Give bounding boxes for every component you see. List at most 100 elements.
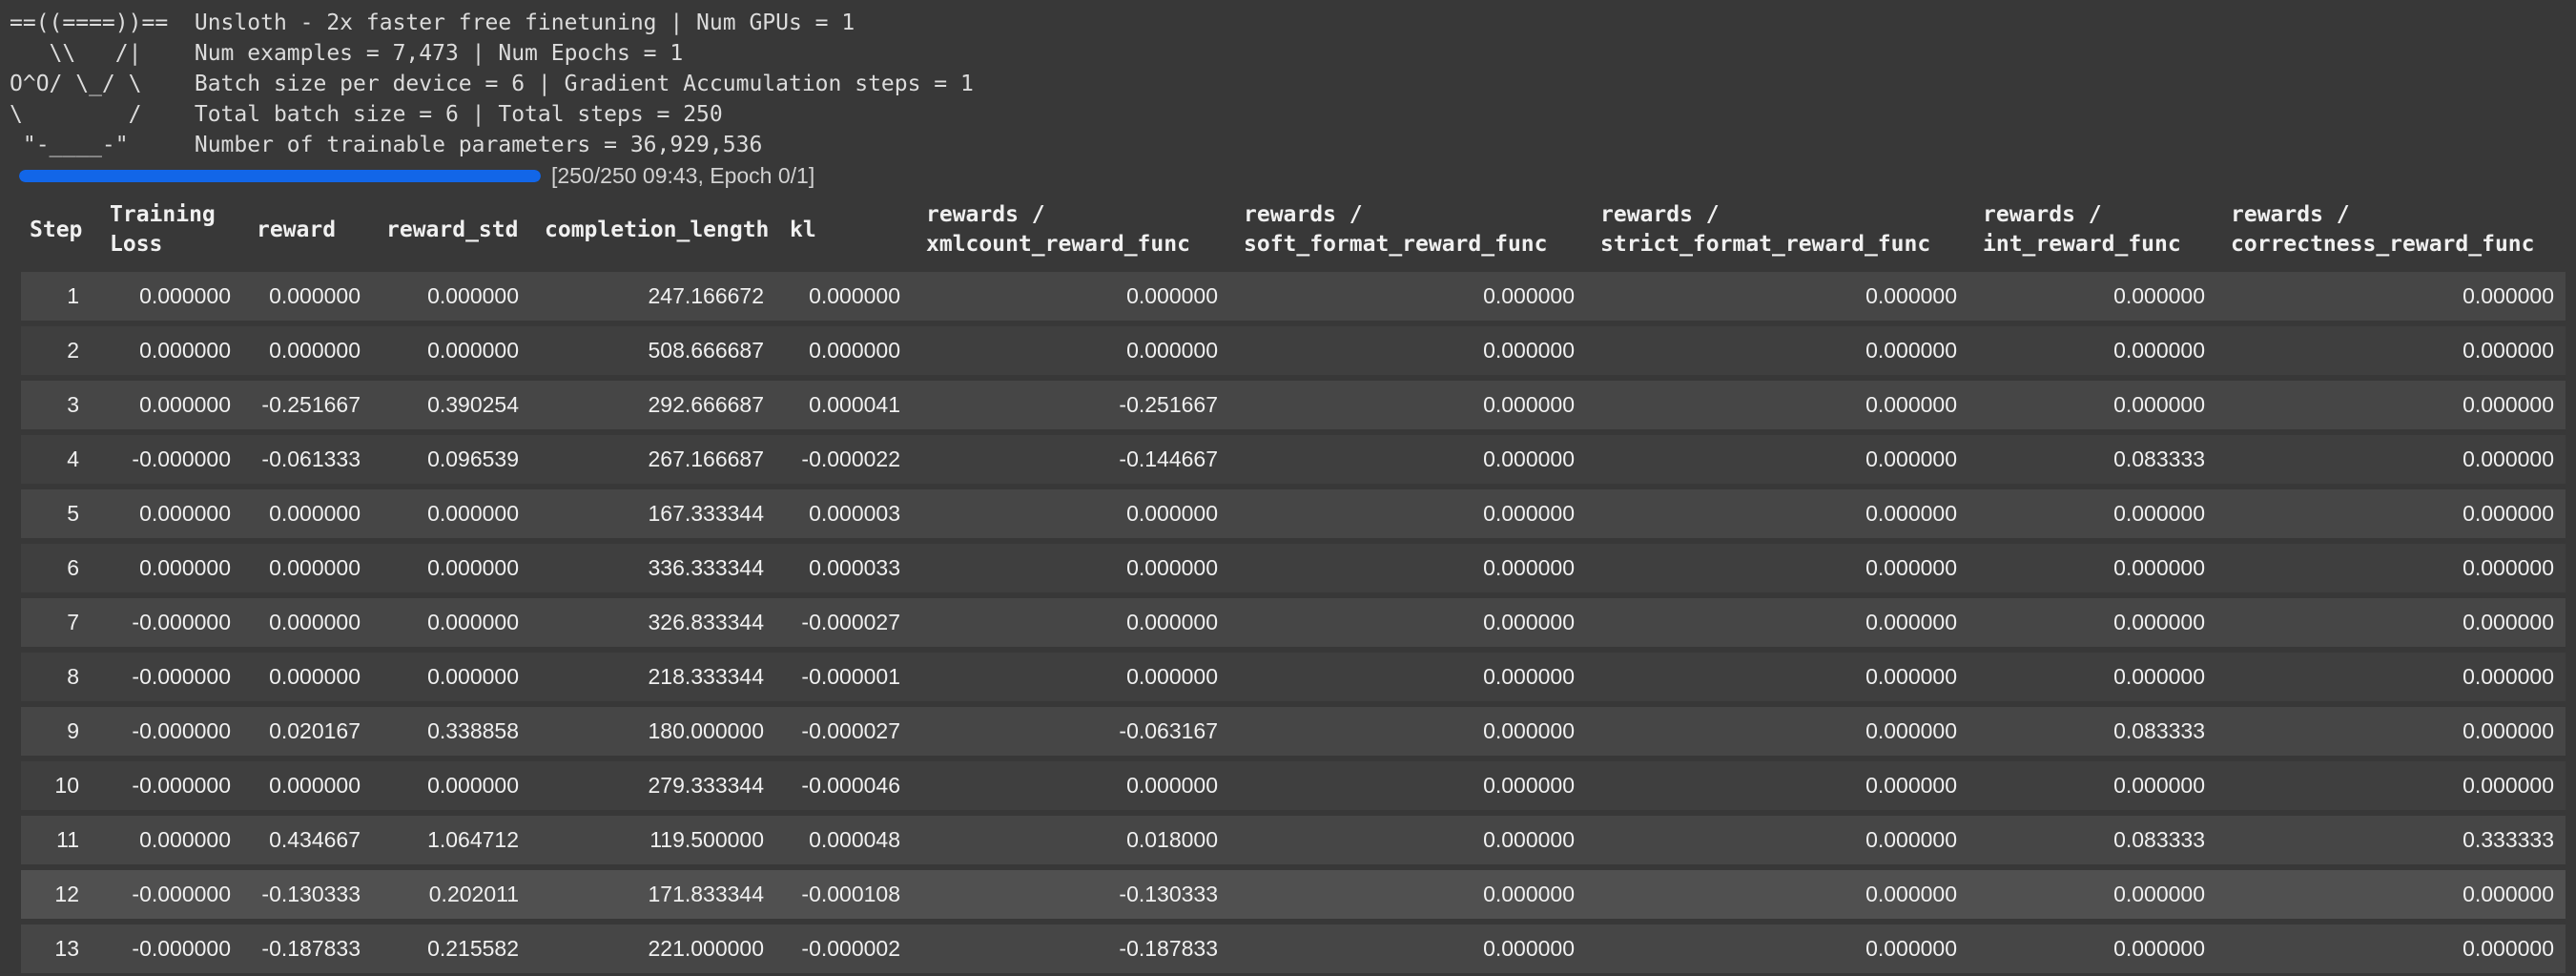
cell-rewards_correctness_reward_func: 0.000000: [2216, 707, 2566, 756]
cell-rewards_correctness_reward_func: 0.000000: [2216, 381, 2566, 429]
cell-kl: 0.000041: [775, 381, 912, 429]
progress-status-label: [250/250 09:43, Epoch 0/1]: [551, 162, 815, 188]
cell-training_loss: -0.000000: [95, 598, 242, 647]
cell-rewards_strict_format_reward_func: 0.000000: [1586, 489, 1968, 538]
cell-reward: 0.000000: [242, 761, 372, 810]
cell-step: 7: [21, 598, 95, 647]
column-header-training-loss: Training Loss: [110, 202, 216, 257]
cell-rewards_int_reward_func: 0.000000: [1968, 653, 2216, 701]
cell-rewards_strict_format_reward_func: 0.000000: [1586, 761, 1968, 810]
cell-rewards_int_reward_func: 0.083333: [1968, 707, 2216, 756]
column-header-completion-length: completion_length: [545, 217, 770, 242]
cell-step: 3: [21, 381, 95, 429]
cell-training_loss: -0.000000: [95, 761, 242, 810]
cell-reward: 0.000000: [242, 272, 372, 321]
cell-rewards_xmlcount_reward_func: 0.000000: [912, 326, 1229, 375]
cell-rewards_strict_format_reward_func: 0.000000: [1586, 870, 1968, 919]
cell-rewards_correctness_reward_func: 0.000000: [2216, 272, 2566, 321]
cell-rewards_correctness_reward_func: 0.000000: [2216, 761, 2566, 810]
cell-reward: 0.000000: [242, 598, 372, 647]
cell-rewards_xmlcount_reward_func: 0.000000: [912, 272, 1229, 321]
cell-completion_length: 221.000000: [530, 924, 775, 973]
cell-rewards_xmlcount_reward_func: 0.000000: [912, 653, 1229, 701]
cell-training_loss: -0.000000: [95, 924, 242, 973]
cell-kl: 0.000000: [775, 326, 912, 375]
cell-completion_length: 279.333344: [530, 761, 775, 810]
training-metrics-table: Step Training Loss reward reward_std com…: [21, 188, 2566, 976]
table-header-row: Step Training Loss reward reward_std com…: [21, 194, 2566, 266]
cell-reward_std: 0.000000: [372, 489, 530, 538]
metrics-table-body: 1 0.000000 0.000000 0.000000 247.166672 0.000…: [21, 272, 2566, 973]
column-header-kl: kl: [790, 217, 816, 242]
cell-step: 2: [21, 326, 95, 375]
cell-kl: -0.000108: [775, 870, 912, 919]
cell-step: 9: [21, 707, 95, 756]
cell-kl: 0.000003: [775, 489, 912, 538]
cell-step: 5: [21, 489, 95, 538]
cell-reward_std: 0.000000: [372, 761, 530, 810]
cell-completion_length: 119.500000: [530, 816, 775, 864]
cell-reward: 0.434667: [242, 816, 372, 864]
training-progress-row: [250/250 09:43, Epoch 0/1]: [19, 163, 2576, 188]
cell-training_loss: -0.000000: [95, 707, 242, 756]
cell-reward_std: 0.000000: [372, 326, 530, 375]
cell-reward_std: 0.096539: [372, 435, 530, 484]
cell-reward: -0.061333: [242, 435, 372, 484]
cell-kl: 0.000000: [775, 272, 912, 321]
cell-completion_length: 336.333344: [530, 544, 775, 592]
cell-rewards_soft_format_reward_func: 0.000000: [1229, 816, 1586, 864]
cell-rewards_soft_format_reward_func: 0.000000: [1229, 435, 1586, 484]
cell-reward: 0.000000: [242, 653, 372, 701]
cell-rewards_strict_format_reward_func: 0.000000: [1586, 326, 1968, 375]
cell-reward: -0.187833: [242, 924, 372, 973]
cell-reward_std: 0.000000: [372, 598, 530, 647]
table-row: 2 0.000000 0.000000 0.000000 508.666687 0.000…: [21, 326, 2566, 375]
cell-reward: 0.000000: [242, 326, 372, 375]
cell-kl: -0.000002: [775, 924, 912, 973]
cell-rewards_strict_format_reward_func: 0.000000: [1586, 381, 1968, 429]
cell-rewards_xmlcount_reward_func: 0.000000: [912, 598, 1229, 647]
column-header-reward-std: reward_std: [386, 217, 519, 242]
notebook-training-output: ==((====))== Unsloth - 2x faster free fi…: [0, 0, 2576, 976]
cell-kl: -0.000027: [775, 707, 912, 756]
cell-rewards_soft_format_reward_func: 0.000000: [1229, 924, 1586, 973]
cell-completion_length: 508.666687: [530, 326, 775, 375]
table-row: 12 -0.000000 -0.130333 0.202011 171.833344 -0…: [21, 870, 2566, 919]
cell-rewards_xmlcount_reward_func: 0.000000: [912, 489, 1229, 538]
table-row: 9 -0.000000 0.020167 0.338858 180.000000 -0.0…: [21, 707, 2566, 756]
cell-reward_std: 1.064712: [372, 816, 530, 864]
cell-completion_length: 171.833344: [530, 870, 775, 919]
cell-training_loss: 0.000000: [95, 272, 242, 321]
table-row: 4 -0.000000 -0.061333 0.096539 267.166687 -0.…: [21, 435, 2566, 484]
cell-rewards_soft_format_reward_func: 0.000000: [1229, 598, 1586, 647]
cell-reward_std: 0.000000: [372, 544, 530, 592]
table-row: 5 0.000000 0.000000 0.000000 167.333344 0.000…: [21, 489, 2566, 538]
cell-rewards_xmlcount_reward_func: -0.144667: [912, 435, 1229, 484]
cell-rewards_int_reward_func: 0.000000: [1968, 544, 2216, 592]
cell-completion_length: 247.166672: [530, 272, 775, 321]
table-row: 11 0.000000 0.434667 1.064712 119.500000 0.00…: [21, 816, 2566, 864]
cell-reward_std: 0.202011: [372, 870, 530, 919]
cell-rewards_xmlcount_reward_func: -0.187833: [912, 924, 1229, 973]
progress-bar-fill: [19, 169, 541, 182]
cell-training_loss: 0.000000: [95, 816, 242, 864]
cell-rewards_int_reward_func: 0.000000: [1968, 272, 2216, 321]
cell-rewards_correctness_reward_func: 0.000000: [2216, 489, 2566, 538]
cell-kl: -0.000027: [775, 598, 912, 647]
cell-training_loss: 0.000000: [95, 489, 242, 538]
cell-completion_length: 167.333344: [530, 489, 775, 538]
column-header-rewards-int: rewards / int_reward_func: [1983, 202, 2181, 257]
cell-rewards_int_reward_func: 0.083333: [1968, 435, 2216, 484]
cell-rewards_xmlcount_reward_func: -0.063167: [912, 707, 1229, 756]
cell-reward: -0.251667: [242, 381, 372, 429]
cell-step: 13: [21, 924, 95, 973]
cell-training_loss: -0.000000: [95, 435, 242, 484]
cell-reward_std: 0.000000: [372, 653, 530, 701]
cell-rewards_int_reward_func: 0.000000: [1968, 598, 2216, 647]
column-header-rewards-xmlcount: rewards / xmlcount_reward_func: [926, 202, 1190, 257]
cell-rewards_xmlcount_reward_func: 0.018000: [912, 816, 1229, 864]
column-header-reward: reward: [257, 217, 337, 242]
cell-rewards_soft_format_reward_func: 0.000000: [1229, 381, 1586, 429]
column-header-rewards-strict-format: rewards / strict_format_reward_func: [1600, 202, 1931, 257]
cell-rewards_correctness_reward_func: 0.000000: [2216, 598, 2566, 647]
